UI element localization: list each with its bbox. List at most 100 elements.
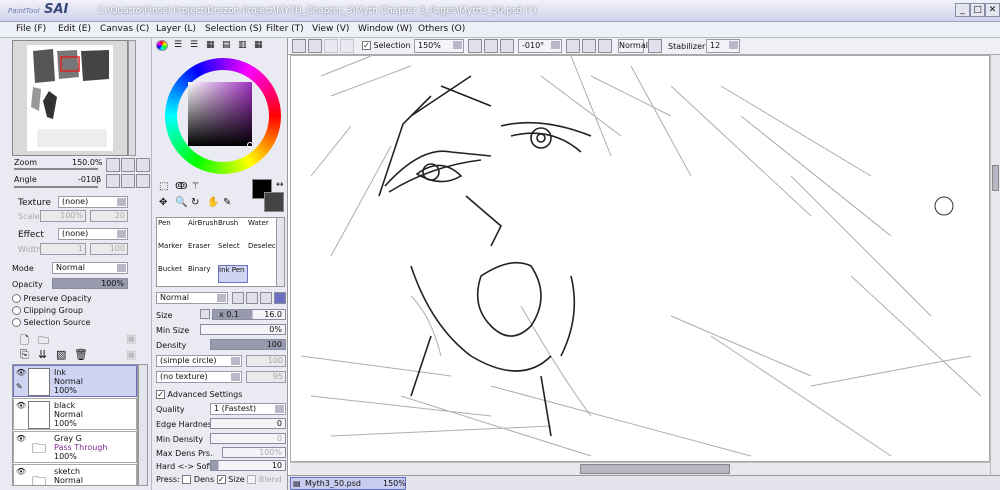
press-dens-checkbox[interactable] xyxy=(182,475,192,484)
selection-checkbox[interactable]: ✓ xyxy=(362,41,371,50)
layer-list-scrollbar[interactable] xyxy=(138,364,148,486)
brush-texture-select[interactable]: (no texture) xyxy=(156,371,242,383)
brush-shape-select[interactable]: (simple circle) xyxy=(156,355,242,367)
zoom-icon[interactable]: 🔍 xyxy=(175,197,187,208)
clipping-group-checkbox[interactable] xyxy=(12,306,21,315)
menu-layer[interactable]: Layer (L) xyxy=(156,24,196,34)
density-slider[interactable]: 100 xyxy=(210,339,286,350)
drawing-canvas[interactable] xyxy=(290,55,990,462)
navigator-scrollbar[interactable] xyxy=(128,40,136,156)
preserve-opacity-checkbox[interactable] xyxy=(12,294,21,303)
rect-select-icon[interactable]: ⬚ xyxy=(159,181,168,192)
tool-brush[interactable]: Brush xyxy=(218,219,248,237)
layer-mask2-icon[interactable]: ▣ xyxy=(126,348,136,361)
swap-colors-icon[interactable]: ↔ xyxy=(276,180,284,190)
nav-rotate-left-icon[interactable] xyxy=(106,174,120,188)
nav-rotate-right-icon[interactable] xyxy=(121,174,135,188)
nav-zoom-out-icon[interactable] xyxy=(106,158,120,172)
shape-medium-icon[interactable] xyxy=(246,292,258,304)
layer-mode-select[interactable]: Normal xyxy=(52,262,128,274)
flip-icon[interactable] xyxy=(648,39,662,53)
zoom-select[interactable]: 150% xyxy=(414,39,464,53)
minimize-button[interactable]: _ xyxy=(955,3,970,17)
tool-bucket[interactable]: Bucket xyxy=(158,265,188,283)
min-density-slider[interactable]: 0 xyxy=(210,433,286,444)
tool-marker[interactable]: Marker xyxy=(158,242,188,260)
lasso-icon[interactable]: ↂ xyxy=(175,181,187,192)
tool-eraser[interactable]: Eraser xyxy=(188,242,218,260)
canvas-horizontal-scrollbar[interactable] xyxy=(290,462,990,475)
color-wheel-tab-icon[interactable] xyxy=(156,40,168,51)
palette-tab-icon[interactable]: ▦ xyxy=(254,40,263,50)
press-size-checkbox[interactable]: ✓ xyxy=(216,475,226,484)
max-dens-slider[interactable]: 100% xyxy=(222,447,286,458)
tool-binary[interactable]: Binary xyxy=(188,265,218,283)
clear-icon[interactable] xyxy=(324,39,338,53)
zoom-out-icon[interactable] xyxy=(468,39,482,53)
fill-icon[interactable] xyxy=(340,39,354,53)
rotate-icon[interactable]: ↻ xyxy=(191,197,199,208)
shape-soft-icon[interactable] xyxy=(260,292,272,304)
angle-select[interactable]: -010° xyxy=(518,39,562,53)
stabilizer-select[interactable]: 12 xyxy=(706,39,740,53)
layer-item-sketch[interactable]: 👁 🗀 sketch Normal xyxy=(13,464,137,485)
hand-icon[interactable]: ✋ xyxy=(207,197,219,208)
tool-airbrush[interactable]: AirBrush xyxy=(188,219,218,237)
menu-others[interactable]: Others (O) xyxy=(418,24,465,34)
vertical-scroll-thumb[interactable] xyxy=(992,165,999,191)
selection-source-checkbox[interactable] xyxy=(12,318,21,327)
eye-icon[interactable]: 👁 xyxy=(16,368,26,378)
layer-item-black[interactable]: 👁 black Normal 100% xyxy=(13,398,137,430)
tool-pen[interactable]: Pen xyxy=(158,219,188,237)
eye-icon[interactable]: 👁 xyxy=(16,401,26,411)
press-blend-checkbox[interactable] xyxy=(247,475,257,484)
shape-flat-icon[interactable] xyxy=(274,292,286,304)
horizontal-scroll-thumb[interactable] xyxy=(580,464,730,474)
hsv-slider-tab-icon[interactable]: ☰ xyxy=(190,40,198,50)
maximize-button[interactable]: □ xyxy=(970,3,985,17)
move-icon[interactable]: ✥ xyxy=(159,197,167,208)
canvas-vertical-scrollbar[interactable] xyxy=(990,55,1000,475)
menu-filter[interactable]: Filter (T) xyxy=(266,24,304,34)
menu-window[interactable]: Window (W) xyxy=(358,24,412,34)
invert-selection-icon[interactable] xyxy=(308,39,322,53)
eye-icon[interactable]: 👁 xyxy=(16,467,26,477)
tool-grid-scrollbar[interactable] xyxy=(276,217,285,287)
clear-layer-icon[interactable]: ▧ xyxy=(56,348,66,361)
color-wheel[interactable] xyxy=(165,58,281,174)
tool-ink-pen[interactable]: Ink Pen xyxy=(218,265,248,283)
layer-item-ink[interactable]: 👁 ✎ Ink Normal 100% xyxy=(13,365,137,397)
size-mult-icon[interactable] xyxy=(200,309,210,319)
navigator-preview[interactable] xyxy=(12,40,128,156)
eyedropper-icon[interactable]: ✎ xyxy=(223,197,231,208)
minsize-slider[interactable]: 0% xyxy=(200,324,286,335)
rotate-reset-icon[interactable] xyxy=(598,39,612,53)
rotate-right-icon[interactable] xyxy=(582,39,596,53)
layer-mask-icon[interactable]: ▣ xyxy=(126,332,136,345)
nav-zoom-reset-icon[interactable] xyxy=(136,158,150,172)
delete-layer-icon[interactable]: 🗑 xyxy=(74,348,88,361)
swatch-tab-icon[interactable]: ▦ xyxy=(206,40,215,50)
saturation-value-square[interactable] xyxy=(188,82,252,146)
edge-hardness-slider[interactable]: 0 xyxy=(210,418,286,429)
brush-blend-select[interactable]: Normal xyxy=(156,292,228,304)
nav-rotate-reset-icon[interactable] xyxy=(136,174,150,188)
menu-selection[interactable]: Selection (S) xyxy=(205,24,262,34)
pen-lock-icon[interactable]: ✎ xyxy=(16,382,26,392)
nav-angle-slider[interactable] xyxy=(14,186,98,188)
magic-wand-icon[interactable]: ⚚ xyxy=(191,181,200,192)
deselect-tool-icon[interactable] xyxy=(292,39,306,53)
scratch-tab-icon[interactable]: ▤ xyxy=(222,40,231,50)
texture-select[interactable]: (none) xyxy=(58,196,128,208)
merge-down-icon[interactable]: ⎘ xyxy=(20,348,29,362)
zoom-in-icon[interactable] xyxy=(484,39,498,53)
rotate-left-icon[interactable] xyxy=(566,39,580,53)
nav-zoom-slider[interactable] xyxy=(14,168,98,170)
menu-view[interactable]: View (V) xyxy=(312,24,349,34)
layer-item-gray-g[interactable]: 👁 🗀 Gray G Pass Through 100% xyxy=(13,431,137,463)
secondary-color-swatch[interactable] xyxy=(264,192,284,212)
eye-icon[interactable]: 👁 xyxy=(16,434,26,444)
tool-deselect[interactable]: Deselect xyxy=(248,242,278,260)
rgb-slider-tab-icon[interactable]: ☰ xyxy=(174,40,182,50)
tool-select[interactable]: Select xyxy=(218,242,248,260)
